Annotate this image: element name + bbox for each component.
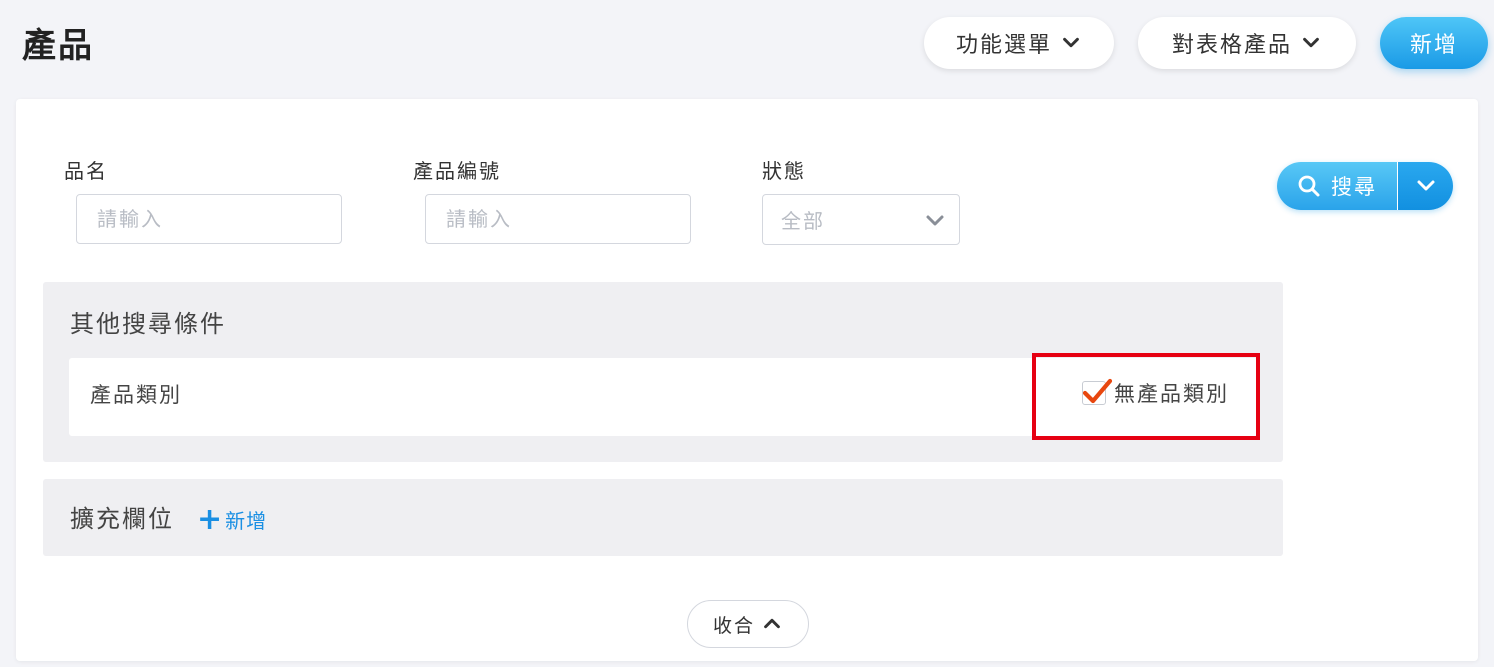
search-label: 搜尋 (1331, 175, 1377, 199)
search-dropdown-button[interactable] (1398, 162, 1453, 210)
function-menu-button[interactable]: 功能選單 (924, 17, 1114, 69)
other-conditions-title: 其他搜尋條件 (70, 310, 226, 338)
add-button[interactable]: 新增 (1380, 17, 1488, 69)
page-title: 產品 (22, 26, 94, 66)
checkbox-box[interactable] (1082, 378, 1113, 405)
checkmark-icon (1082, 378, 1113, 404)
chevron-down-icon (1063, 37, 1079, 48)
table-menu-label: 對表格產品 (1171, 33, 1292, 58)
collapse-button[interactable]: 收合 (687, 600, 809, 648)
collapse-label: 收合 (712, 614, 755, 637)
no-category-label: 無產品類別 (1114, 382, 1229, 406)
category-label: 產品類別 (90, 383, 182, 407)
no-category-checkbox[interactable]: 無產品類別 (1082, 378, 1229, 408)
product-code-label: 產品編號 (413, 159, 501, 183)
chevron-down-icon (1303, 37, 1319, 48)
search-button[interactable]: 搜尋 (1277, 162, 1397, 210)
extension-title: 擴充欄位 (70, 505, 174, 533)
search-card: 品名 產品編號 狀態 全部 搜尋 其他搜尋條件 產品類別 (16, 99, 1478, 661)
status-selected-value: 全部 (781, 209, 825, 233)
chevron-up-icon (764, 618, 780, 629)
add-extension-label: 新增 (225, 509, 268, 533)
status-label: 狀態 (762, 159, 806, 183)
status-select[interactable]: 全部 (762, 194, 960, 245)
plus-icon: + (197, 501, 224, 537)
table-menu-button[interactable]: 對表格產品 (1138, 17, 1356, 69)
search-icon (1298, 175, 1320, 197)
product-code-input[interactable] (425, 194, 691, 244)
function-menu-label: 功能選單 (955, 33, 1052, 58)
name-input[interactable] (76, 194, 342, 244)
extension-fields-panel: 擴充欄位 + 新增 (43, 479, 1283, 556)
name-label: 品名 (64, 159, 108, 183)
add-extension-field-button[interactable]: + 新增 (197, 501, 268, 537)
search-button-group: 搜尋 (1277, 162, 1453, 210)
chevron-down-icon (926, 215, 944, 226)
chevron-down-icon (1417, 180, 1434, 191)
